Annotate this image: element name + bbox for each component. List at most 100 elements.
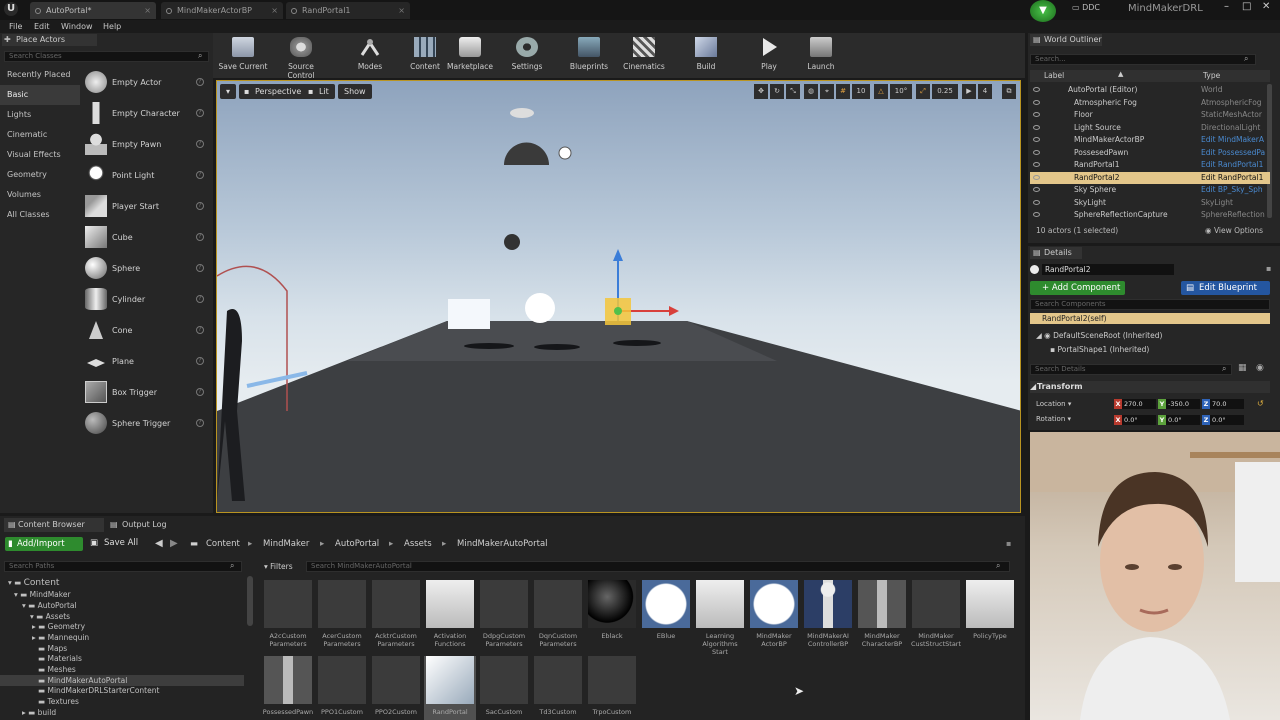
visibility-eye-icon[interactable] — [1033, 162, 1040, 167]
visibility-eye-icon[interactable] — [1033, 199, 1040, 205]
visibility-eye-icon[interactable] — [1033, 212, 1040, 217]
outliner-row[interactable]: SkyLight SkyLight — [1030, 197, 1270, 210]
edit-blueprint-link[interactable]: Edit RandPortal1 — [1201, 172, 1263, 185]
help-icon[interactable]: ? — [196, 264, 204, 272]
search-paths-input[interactable]: Search Paths — [4, 561, 242, 572]
outliner-row[interactable]: SphereReflectionCapture SphereReflection — [1030, 209, 1270, 222]
tree-item-mindmaker[interactable]: ▾ ▬ MindMaker — [0, 589, 71, 600]
asset-tile[interactable]: MindMaker ActorBP — [748, 580, 800, 658]
visibility-eye-icon[interactable] — [1033, 112, 1040, 117]
component-row[interactable]: ◢ ◉ DefaultSceneRoot (Inherited) — [1036, 331, 1162, 340]
visibility-eye-icon[interactable] — [1033, 124, 1040, 130]
tab-details[interactable]: ▤ Details — [1030, 247, 1082, 259]
category-cinematic[interactable]: Cinematic — [0, 125, 80, 145]
asset-tile[interactable]: Learning Algorithms Start — [694, 580, 746, 658]
back-arrow-icon[interactable]: ◀ — [155, 538, 163, 549]
breadcrumb-mindmakerautoportal[interactable]: MindMakerAutoPortal — [457, 538, 548, 550]
actor-empty-actor[interactable]: Empty Actor? — [82, 67, 212, 98]
asset-tile[interactable]: Eblack — [586, 580, 638, 658]
marketplace-button[interactable]: Marketplace — [444, 35, 496, 75]
add-component-button[interactable]: + Add Component — [1030, 281, 1125, 295]
tree-item-geometry[interactable]: ▸ ▬ Geometry — [0, 621, 85, 632]
outliner-row[interactable]: AutoPortal (Editor) World — [1030, 84, 1270, 97]
tab-place-actors[interactable]: Place Actors — [2, 34, 97, 46]
asset-tile[interactable]: DqnCustom Parameters — [532, 580, 584, 658]
breadcrumb-mindmaker[interactable]: MindMaker — [263, 538, 309, 550]
menu-edit[interactable]: Edit — [34, 20, 50, 33]
forward-arrow-icon[interactable]: ▶ — [170, 538, 178, 549]
visibility-eye-icon[interactable] — [1033, 174, 1040, 180]
help-icon[interactable]: ? — [196, 202, 204, 210]
viewport-options-button[interactable]: ▾ — [220, 84, 237, 99]
help-icon[interactable]: ? — [196, 78, 204, 86]
edit-blueprint-link[interactable]: Edit MindMakerA — [1201, 134, 1264, 147]
scale-icon[interactable]: ⤡ — [786, 84, 800, 99]
filters-button[interactable]: ▾ Filters — [264, 561, 293, 572]
close-icon[interactable]: × — [398, 2, 405, 19]
edit-blueprint-button[interactable]: ▤ Edit Blueprint — [1181, 281, 1270, 295]
category-lights[interactable]: Lights — [0, 105, 80, 125]
component-self[interactable]: RandPortal2(self) — [1030, 313, 1270, 324]
actor-cylinder[interactable]: Cylinder? — [82, 284, 212, 315]
search-details-input[interactable]: Search Details — [1030, 364, 1232, 375]
rotation-snap-value[interactable]: 10° — [890, 84, 912, 99]
source-control-status-icon[interactable]: ▼ — [1030, 0, 1056, 22]
tree-item-content[interactable]: ▾ ▬ Content — [0, 577, 59, 588]
tab-autoportal[interactable]: AutoPortal* × — [30, 2, 156, 19]
asset-tile[interactable]: DdpgCustom Parameters — [478, 580, 530, 658]
asset-tile[interactable]: PPO1Custom — [316, 656, 368, 720]
actor-point-light[interactable]: Point Light? — [82, 160, 212, 191]
tree-item-build[interactable]: ▸ ▬ build — [0, 707, 56, 718]
menu-file[interactable]: File — [9, 20, 22, 33]
grid-view-icon[interactable]: ▦ — [1238, 363, 1247, 373]
help-icon[interactable]: ? — [196, 140, 204, 148]
scale-snap-value[interactable]: 0.25 — [932, 84, 958, 99]
help-icon[interactable]: ? — [196, 109, 204, 117]
actor-sphere-trigger[interactable]: Sphere Trigger? — [82, 408, 212, 439]
category-basic[interactable]: Basic — [0, 85, 80, 105]
actor-cone[interactable]: Cone? — [82, 315, 212, 346]
save-all-button[interactable]: ▣ Save All — [90, 538, 138, 550]
source-control-button[interactable]: Source Control — [275, 35, 327, 80]
actor-sphere[interactable]: Sphere? — [82, 253, 212, 284]
grid-snap-icon[interactable]: # — [836, 84, 850, 99]
actor-empty-pawn[interactable]: Empty Pawn? — [82, 129, 212, 160]
edit-blueprint-link[interactable]: Edit PossessedPa — [1201, 147, 1265, 160]
visibility-eye-icon[interactable] — [1033, 187, 1040, 192]
save-current-button[interactable]: Save Current — [217, 35, 269, 75]
launch-button[interactable]: Launch — [795, 35, 847, 75]
category-visual-effects[interactable]: Visual Effects — [0, 145, 80, 165]
help-icon[interactable]: ? — [196, 357, 204, 365]
rotation-z-input[interactable]: Z 0.0° — [1202, 415, 1244, 425]
camera-speed-icon[interactable]: ▶ — [962, 84, 976, 99]
asset-tile[interactable]: AcktrCustom Parameters — [370, 580, 422, 658]
outliner-search-input[interactable]: Search... — [1030, 54, 1256, 65]
minimize-icon[interactable]: – — [1224, 1, 1229, 12]
settings-button[interactable]: Settings — [501, 35, 553, 75]
category-volumes[interactable]: Volumes — [0, 185, 80, 205]
rotate-icon[interactable]: ↻ — [770, 84, 784, 99]
actor-cube[interactable]: Cube? — [82, 222, 212, 253]
search-components-input[interactable]: Search Components — [1030, 299, 1270, 310]
tab-output-log[interactable]: ▤ Output Log — [108, 518, 178, 532]
rotation-snap-icon[interactable]: △ — [874, 84, 888, 99]
location-z-input[interactable]: Z 70.0 — [1202, 399, 1244, 409]
translate-icon[interactable]: ✥ — [754, 84, 768, 99]
build-button[interactable]: Build — [680, 35, 732, 75]
tree-item-materials[interactable]: ▬ Materials — [0, 653, 82, 664]
outliner-row[interactable]: Floor StaticMeshActor — [1030, 109, 1270, 122]
asset-tile[interactable]: PPO2Custom — [370, 656, 422, 720]
outliner-row[interactable]: Sky Sphere Edit BP_Sky_Sph — [1030, 184, 1270, 197]
close-icon[interactable]: × — [271, 2, 278, 19]
visibility-eye-icon[interactable] — [1033, 137, 1040, 142]
outliner-row[interactable]: Atmospheric Fog AtmosphericFog — [1030, 97, 1270, 110]
reset-arrow-icon[interactable]: ↺ — [1257, 399, 1264, 408]
category-all-classes[interactable]: All Classes — [0, 205, 80, 225]
tree-item-mindmakerdrlstartercontent[interactable]: ▬ MindMakerDRLStarterContent — [0, 685, 159, 696]
eye-icon[interactable]: ◉ — [1256, 363, 1264, 373]
asset-tile[interactable]: PolicyType — [964, 580, 1016, 658]
world-icon[interactable]: ◍ — [804, 84, 818, 99]
tab-world-outliner[interactable]: ▤ World Outliner — [1030, 34, 1102, 46]
transform-section-header[interactable]: ◢ Transform — [1030, 381, 1270, 393]
help-icon[interactable]: ? — [196, 326, 204, 334]
